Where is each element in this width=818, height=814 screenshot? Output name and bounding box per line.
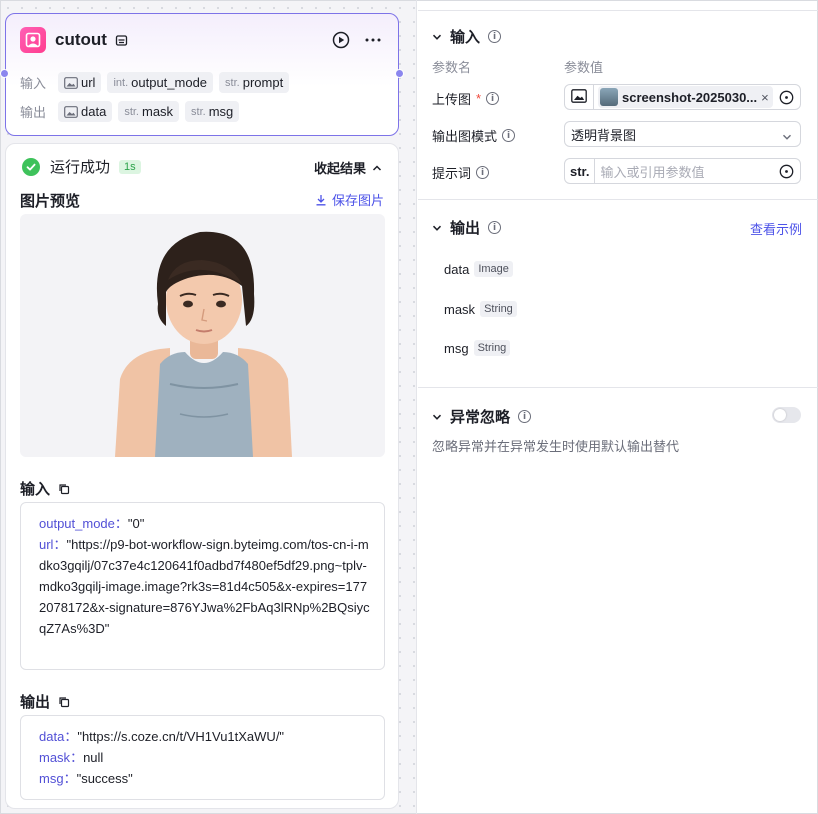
output-line-mask: mask：null xyxy=(39,750,104,765)
output-item-msg: msg String xyxy=(444,340,511,356)
cutout-portrait-image xyxy=(115,231,292,457)
input-port[interactable] xyxy=(0,69,9,78)
preview-title: 图片预览 xyxy=(20,193,81,210)
output-tag-msg: str. msg xyxy=(185,101,240,122)
field-divider xyxy=(593,159,595,183)
uploaded-file-chip[interactable]: screenshot-2025030... × xyxy=(598,86,773,108)
output-section-title: 输出 xyxy=(20,691,70,712)
prompt-input[interactable]: str. 输入或引用参数值 xyxy=(564,158,801,184)
copy-icon[interactable] xyxy=(58,483,70,495)
output-tag-data: data xyxy=(58,101,113,122)
input-tag-output-mode: int. output_mode xyxy=(107,72,214,93)
download-icon xyxy=(316,194,326,205)
info-icon[interactable]: i xyxy=(476,166,490,179)
cutout-node-card[interactable]: cutout 输入 url int. output_mode str. prompt… xyxy=(0,13,404,136)
cutout-plugin-icon xyxy=(20,27,46,53)
node-title: cutout xyxy=(55,30,107,49)
node-outputs-row: 输出 data str. mask str. msg xyxy=(20,101,240,122)
output-mode-select[interactable]: 透明背景图 xyxy=(564,121,801,147)
output-tag-mask: str. mask xyxy=(118,101,180,122)
success-check-icon xyxy=(22,157,40,176)
input-line-output-mode: output_mode："0" xyxy=(39,516,145,531)
image-icon xyxy=(64,105,78,118)
run-node-icon[interactable] xyxy=(332,31,350,52)
input-section-toggle[interactable]: 输入 i xyxy=(432,26,502,47)
info-icon[interactable]: i xyxy=(518,410,532,423)
panel-divider xyxy=(416,0,417,814)
run-duration-badge: 1s xyxy=(119,159,141,174)
node-inputs-row: 输入 url int. output_mode str. prompt xyxy=(20,72,290,93)
output-item-mask: mask String xyxy=(444,301,517,317)
variable-reference-icon[interactable] xyxy=(779,90,794,108)
output-json-box[interactable]: data："https://s.coze.cn/t/VH1Vu1tXaWU/" … xyxy=(20,715,385,800)
input-tag-url: url xyxy=(58,72,102,93)
image-preview[interactable] xyxy=(20,214,385,457)
node-output-label: 输出 xyxy=(20,105,47,120)
info-icon[interactable]: i xyxy=(488,221,502,234)
output-line-msg: msg："success" xyxy=(39,771,133,786)
image-icon xyxy=(64,76,78,89)
plugin-store-icon xyxy=(115,34,128,47)
output-section-toggle[interactable]: 输出 i xyxy=(432,217,502,238)
param-mode-label: 输出图模式 i xyxy=(432,126,516,145)
section-rule xyxy=(418,199,818,200)
input-json-box[interactable]: output_mode："0" url："https://p9-bot-work… xyxy=(20,502,385,670)
chevron-down-icon xyxy=(432,34,442,40)
panel-top-rule xyxy=(418,10,818,11)
save-image-button[interactable]: 保存图片 xyxy=(315,190,384,209)
chevron-down-icon xyxy=(782,130,792,145)
run-status-text: 运行成功 xyxy=(50,159,111,176)
upload-image-field[interactable]: screenshot-2025030... × xyxy=(564,84,801,110)
copy-icon[interactable] xyxy=(58,696,70,708)
output-line-data: data："https://s.coze.cn/t/VH1Vu1tXaWU/" xyxy=(39,729,285,744)
exception-description: 忽略异常并在异常发生时使用默认输出替代 xyxy=(432,439,680,454)
image-type-icon xyxy=(571,88,587,106)
view-example-link[interactable]: 查看示例 xyxy=(750,219,802,238)
chevron-down-icon xyxy=(432,414,442,420)
field-divider xyxy=(593,85,594,109)
variable-reference-icon[interactable] xyxy=(779,164,794,182)
chevron-down-icon xyxy=(432,225,442,231)
output-item-data: data Image xyxy=(444,261,513,277)
remove-file-icon[interactable]: × xyxy=(761,90,769,105)
info-icon[interactable]: i xyxy=(488,30,502,43)
info-icon[interactable]: i xyxy=(486,92,500,105)
exception-section-toggle[interactable]: 异常忽略 i xyxy=(432,406,532,427)
param-upload-label: 上传图 * i xyxy=(432,89,500,108)
param-prompt-label: 提示词 i xyxy=(432,163,490,182)
file-thumbnail xyxy=(600,88,618,106)
chevron-up-icon xyxy=(372,164,382,171)
string-type-badge: str. xyxy=(570,163,590,179)
input-line-url: url："https://p9-bot-workflow-sign.byteim… xyxy=(39,537,370,636)
output-port[interactable] xyxy=(395,69,404,78)
exception-ignore-switch[interactable] xyxy=(772,407,801,423)
column-param-value: 参数值 xyxy=(564,60,604,75)
collapse-result-button[interactable]: 收起结果 xyxy=(314,158,382,177)
column-param-name: 参数名 xyxy=(432,60,472,75)
input-section-title: 输入 xyxy=(20,478,70,499)
input-tag-prompt: str. prompt xyxy=(219,72,290,93)
section-rule xyxy=(418,387,818,388)
run-result-panel: 运行成功 1s 收起结果 图片预览 保存图片 输入 output_mode："0… xyxy=(5,143,399,809)
more-options-icon[interactable] xyxy=(364,31,382,52)
info-icon[interactable]: i xyxy=(502,129,516,142)
node-input-label: 输入 xyxy=(20,76,47,91)
